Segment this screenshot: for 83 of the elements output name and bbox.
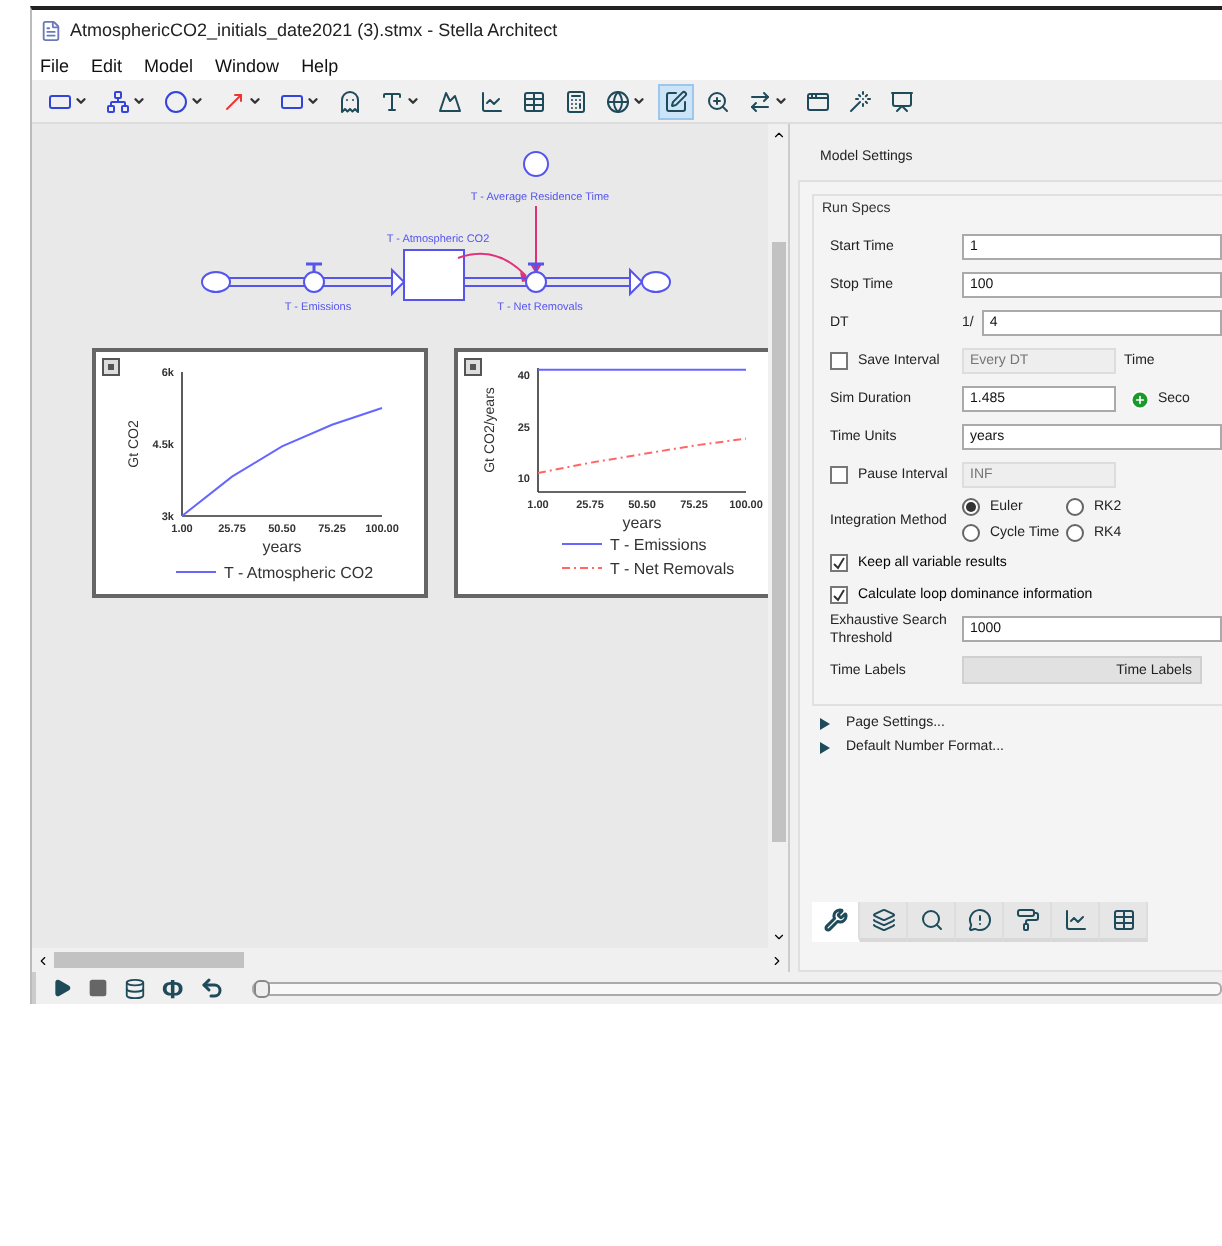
time-slider[interactable] — [251, 981, 1222, 995]
pencil-square-icon — [664, 89, 688, 113]
presentation-icon — [890, 89, 914, 113]
caret-icon — [190, 94, 204, 108]
panel-tab[interactable] — [908, 902, 956, 942]
scrollbar-thumb[interactable] — [771, 242, 785, 842]
panel-tab[interactable] — [860, 902, 908, 942]
globe-icon — [606, 89, 630, 113]
scrollbar-thumb[interactable] — [54, 952, 244, 968]
scroll-left-icon[interactable] — [36, 953, 50, 967]
radio-button[interactable] — [962, 524, 980, 542]
arrows-icon — [748, 89, 772, 113]
caret-icon — [248, 94, 262, 108]
caret-icon — [132, 94, 146, 108]
menu-item[interactable]: File — [40, 55, 70, 75]
panel-tab[interactable] — [956, 902, 1004, 942]
stop-icon[interactable] — [88, 978, 108, 998]
play-icon[interactable] — [52, 978, 72, 998]
phi-button[interactable]: Φ — [162, 974, 184, 1002]
calculator-icon — [564, 89, 588, 113]
add-icon[interactable] — [1130, 389, 1150, 409]
radio-button[interactable] — [962, 498, 980, 516]
table-icon — [1111, 908, 1135, 932]
y-axis — [537, 367, 539, 493]
menu-item[interactable]: Edit — [91, 55, 123, 75]
document-icon — [40, 19, 62, 41]
checkbox[interactable] — [830, 466, 848, 484]
radio-button[interactable] — [1066, 524, 1084, 542]
checkbox[interactable] — [830, 352, 848, 370]
mountain-icon — [438, 89, 462, 113]
rectangle-icon — [280, 89, 304, 113]
radio-button[interactable] — [1066, 498, 1084, 516]
wand-icon — [848, 89, 872, 113]
caret-icon — [632, 94, 646, 108]
ghost-icon — [338, 89, 362, 113]
menu-item[interactable]: Model — [144, 55, 194, 75]
legend-label: T - Atmospheric CO2 — [224, 564, 374, 582]
panel-tab[interactable] — [1100, 902, 1148, 942]
table-icon — [522, 89, 546, 113]
paint-roller-icon — [1015, 908, 1039, 932]
caret-icon — [306, 94, 320, 108]
cloud-icon — [641, 271, 671, 293]
checkbox[interactable] — [830, 553, 848, 571]
panel-tab[interactable] — [812, 902, 860, 942]
stock-tool-icon — [48, 89, 72, 113]
circle-icon — [164, 89, 188, 113]
expand-arrow-icon[interactable] — [820, 717, 830, 729]
cloud-icon — [201, 271, 231, 293]
x-axis-label: years — [262, 538, 302, 556]
database-icon[interactable] — [124, 977, 146, 999]
panel-tab[interactable] — [1004, 902, 1052, 942]
layers-icon — [871, 908, 895, 932]
menu-item[interactable]: Window — [215, 55, 280, 75]
pin-icon[interactable] — [464, 358, 482, 376]
scroll-up-icon[interactable] — [771, 128, 785, 142]
expand-arrow-icon[interactable] — [820, 741, 830, 753]
menu-item[interactable]: Help — [301, 55, 339, 75]
legend-label: T - Net Removals — [610, 560, 735, 578]
flow-tool-icon — [106, 89, 130, 113]
checkbox[interactable] — [830, 585, 848, 603]
x-axis-label: years — [622, 514, 662, 532]
arrow-icon — [222, 89, 246, 113]
window-title: AtmosphericCO2_initials_date2021 (3).stmx - Stella Architect — [70, 20, 558, 40]
search-icon — [919, 908, 943, 932]
scroll-right-icon[interactable] — [770, 953, 784, 967]
wrench-icon — [823, 908, 847, 932]
caret-icon — [406, 94, 420, 108]
legend-label: T - Emissions — [610, 536, 707, 554]
line-chart-icon — [1063, 908, 1087, 932]
warning-bubble-icon — [967, 908, 991, 932]
toolbar-button[interactable] — [658, 83, 694, 119]
scroll-down-icon[interactable] — [771, 930, 785, 944]
line-chart-icon — [480, 89, 504, 113]
caret-icon — [74, 94, 88, 108]
undo-icon[interactable] — [199, 976, 224, 1000]
panel-tab[interactable] — [1052, 902, 1100, 942]
slider-thumb[interactable] — [253, 979, 270, 997]
caret-icon — [774, 94, 788, 108]
text-icon — [380, 89, 404, 113]
window-icon — [806, 89, 830, 113]
zoom-icon — [706, 89, 730, 113]
pin-icon[interactable] — [102, 358, 120, 376]
converter-node[interactable] — [523, 151, 549, 177]
